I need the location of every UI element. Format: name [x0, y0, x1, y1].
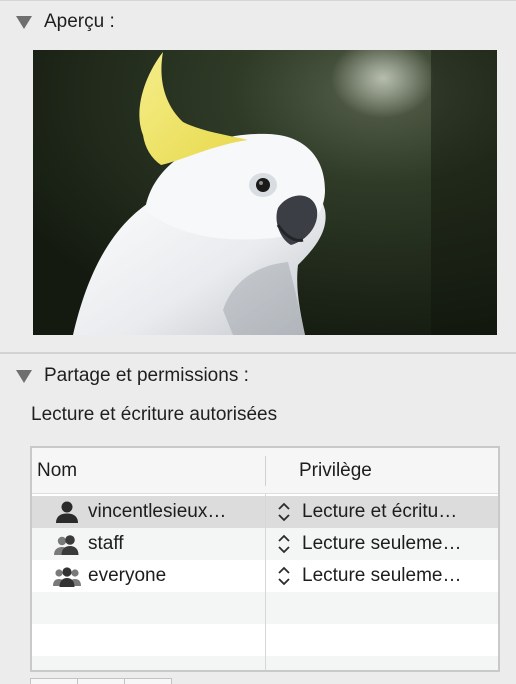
column-header-privilege[interactable]: Privilège [299, 448, 372, 494]
privilege-value: Lecture seuleme… [302, 533, 462, 554]
preview-section-title: Aperçu : [44, 11, 115, 32]
top-divider [0, 0, 516, 1]
user-name: staff [88, 533, 124, 554]
single-user-icon [56, 501, 78, 523]
up-down-chevron-icon [278, 566, 290, 586]
privilege-value: Lecture et écritu… [302, 501, 458, 522]
privilege-popup[interactable]: Lecture seuleme… [276, 560, 496, 592]
privilege-popup[interactable]: Lecture seuleme… [276, 528, 496, 560]
button-separator [124, 679, 125, 684]
cockatoo-photo [33, 50, 497, 335]
permissions-table: Nom Privilège vincentlesieux… Lecture et… [30, 446, 500, 672]
up-down-chevron-icon [278, 502, 290, 522]
preview-image [33, 50, 497, 335]
column-header-name[interactable]: Nom [37, 448, 77, 494]
up-down-chevron-icon [278, 534, 290, 554]
privilege-popup[interactable]: Lecture et écritu… [276, 496, 496, 528]
everyone-icon [53, 567, 81, 587]
add-remove-buttons[interactable] [30, 678, 172, 684]
header-separator [265, 456, 266, 486]
disclosure-triangle-icon[interactable] [16, 16, 32, 29]
disclosure-triangle-icon[interactable] [16, 370, 32, 383]
permission-summary: Lecture et écriture autorisées [31, 404, 278, 425]
group-icon [54, 535, 79, 555]
user-name: everyone [88, 565, 167, 586]
table-header: Nom Privilège [32, 448, 498, 494]
row-name-cell: vincentlesieux… [52, 496, 262, 528]
preview-section-header[interactable]: Aperçu : [16, 8, 115, 36]
column-separator [265, 494, 266, 670]
row-name-cell: everyone [52, 560, 262, 592]
sharing-section-header[interactable]: Partage et permissions : [16, 362, 249, 390]
section-divider [0, 352, 516, 354]
sharing-section-title: Partage et permissions : [44, 365, 249, 386]
row-name-cell: staff [52, 528, 262, 560]
privilege-value: Lecture seuleme… [302, 565, 462, 586]
user-name: vincentlesieux… [88, 501, 227, 522]
info-panel: Aperçu : Partage et permissions: Lectur… [0, 0, 516, 684]
button-separator [77, 679, 78, 684]
